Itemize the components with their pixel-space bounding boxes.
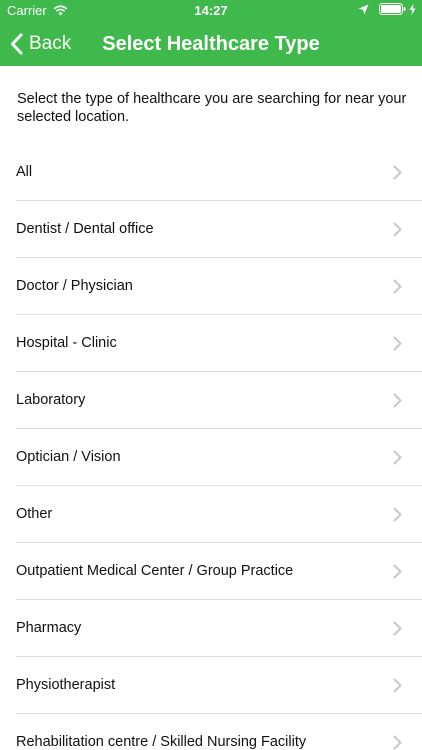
list-item-hospital[interactable]: Hospital - Clinic xyxy=(0,315,422,372)
page-title: Select Healthcare Type xyxy=(102,33,320,55)
list-item-physiotherapist[interactable]: Physiotherapist xyxy=(0,657,422,714)
list-item-laboratory[interactable]: Laboratory xyxy=(0,372,422,429)
charging-bolt-icon xyxy=(409,3,416,15)
list-item-dentist[interactable]: Dentist / Dental office xyxy=(0,201,422,258)
intro-text: Select the type of healthcare you are se… xyxy=(17,91,407,125)
list-item-label: Rehabilitation centre / Skilled Nursing … xyxy=(16,734,307,750)
list-item-label: Pharmacy xyxy=(16,620,82,636)
chevron-right-icon xyxy=(393,393,402,408)
list-item-pharmacy[interactable]: Pharmacy xyxy=(0,600,422,657)
list-item-label: Optician / Vision xyxy=(16,449,121,465)
list-item-label: Outpatient Medical Center / Group Practi… xyxy=(16,563,294,579)
list-item-label: Doctor / Physician xyxy=(16,278,133,294)
header: Carrier 14:27 Back Select Healthcare Typ… xyxy=(0,0,422,66)
list-item-all[interactable]: All xyxy=(0,144,422,201)
list-item-label: All xyxy=(16,164,33,180)
list-item-label: Other xyxy=(16,506,53,522)
chevron-right-icon xyxy=(393,735,402,750)
list-item-outpatient[interactable]: Outpatient Medical Center / Group Practi… xyxy=(0,543,422,600)
list-item-label: Laboratory xyxy=(16,392,86,408)
chevron-right-icon xyxy=(393,222,402,237)
list-item-label: Physiotherapist xyxy=(16,677,116,693)
chevron-right-icon xyxy=(393,564,402,579)
chevron-right-icon xyxy=(393,336,402,351)
chevron-right-icon xyxy=(393,279,402,294)
battery-icon xyxy=(379,3,406,15)
healthcare-type-list: All Dentist / Dental office Doctor / Phy… xyxy=(0,144,422,750)
nav-bar: Back Select Healthcare Type xyxy=(0,22,422,66)
list-item-doctor[interactable]: Doctor / Physician xyxy=(0,258,422,315)
screen: Carrier 14:27 Back Select Healthcare Typ… xyxy=(0,0,422,750)
list-item-other[interactable]: Other xyxy=(0,486,422,543)
list-item-label: Hospital - Clinic xyxy=(16,335,117,351)
chevron-right-icon xyxy=(393,165,402,180)
chevron-right-icon xyxy=(393,507,402,522)
list-item-label: Dentist / Dental office xyxy=(16,221,154,237)
chevron-right-icon xyxy=(393,621,402,636)
chevron-right-icon xyxy=(393,678,402,693)
location-arrow-icon xyxy=(358,4,369,15)
list-item-optician[interactable]: Optician / Vision xyxy=(0,429,422,486)
status-right-group xyxy=(358,3,416,15)
status-bar: Carrier 14:27 xyxy=(0,0,422,22)
chevron-right-icon xyxy=(393,450,402,465)
list-item-rehabilitation[interactable]: Rehabilitation centre / Skilled Nursing … xyxy=(0,714,422,750)
